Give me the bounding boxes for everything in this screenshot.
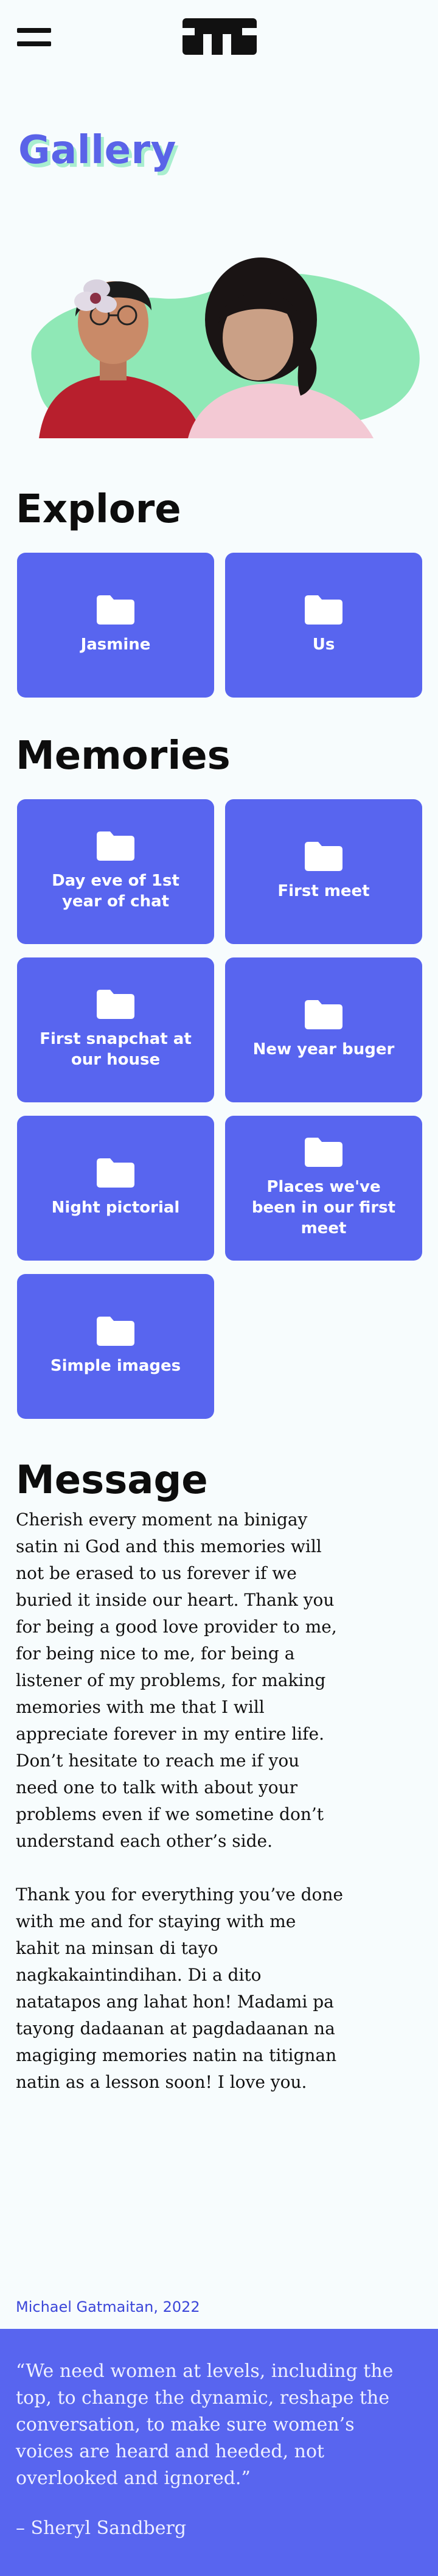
folder-card-label: Day eve of 1st year of chat [52,872,179,911]
folder-icon [97,1317,134,1346]
quote-text: “We need women at levels, including the … [16,2361,394,2489]
folder-icon [305,842,342,871]
folder-icon [305,595,342,625]
folder-icon [97,1158,134,1188]
folder-card-us[interactable]: Us [225,553,422,698]
folder-card-new-year[interactable]: New year buger [225,957,422,1102]
folder-card-label: Simple images [50,1357,181,1375]
folder-card-label: Jasmine [80,635,151,654]
credit-link[interactable]: Michael Gatmaitan, 2022 [16,2298,200,2315]
quote-author: – Sheryl Sandberg [16,2518,187,2539]
top-bar [0,0,438,73]
explore-heading: Explore [16,487,181,532]
folder-card-label: New year buger [252,1040,395,1059]
folder-card-label: Us [312,635,335,654]
folder-card-night-pictorial[interactable]: Night pictorial [17,1116,214,1261]
folder-card-simple-images[interactable]: Simple images [17,1274,214,1419]
message-body: Cherish every moment na binigay satin ni… [16,1507,344,2123]
folder-card-label: Places we've been in our first meet [251,1178,396,1237]
folder-card-first-meet[interactable]: First meet [225,799,422,944]
folder-icon [97,990,134,1019]
page-title: Gallery [18,128,176,173]
message-paragraph: Thank you for everything you’ve done wit… [16,1885,343,2092]
folder-card-label: First snapchat at our house [40,1030,192,1069]
memories-heading: Memories [16,733,231,779]
site-logo-icon[interactable] [182,18,257,55]
message-paragraph: Cherish every moment na binigay satin ni… [16,1510,337,1851]
folder-card-jasmine[interactable]: Jasmine [17,553,214,698]
folder-card-label: Night pictorial [51,1199,180,1217]
hamburger-menu-icon[interactable] [17,28,51,46]
folder-icon [305,1000,342,1029]
hero-photo [31,257,420,438]
folder-card-places[interactable]: Places we've been in our first meet [225,1116,422,1261]
folder-icon [305,1138,342,1167]
folder-icon [97,595,134,625]
message-heading: Message [16,1458,208,1503]
folder-icon [97,831,134,861]
folder-card-first-snapchat[interactable]: First snapchat at our house [17,957,214,1102]
folder-card-label: First meet [277,882,370,900]
folder-card-day-eve[interactable]: Day eve of 1st year of chat [17,799,214,944]
